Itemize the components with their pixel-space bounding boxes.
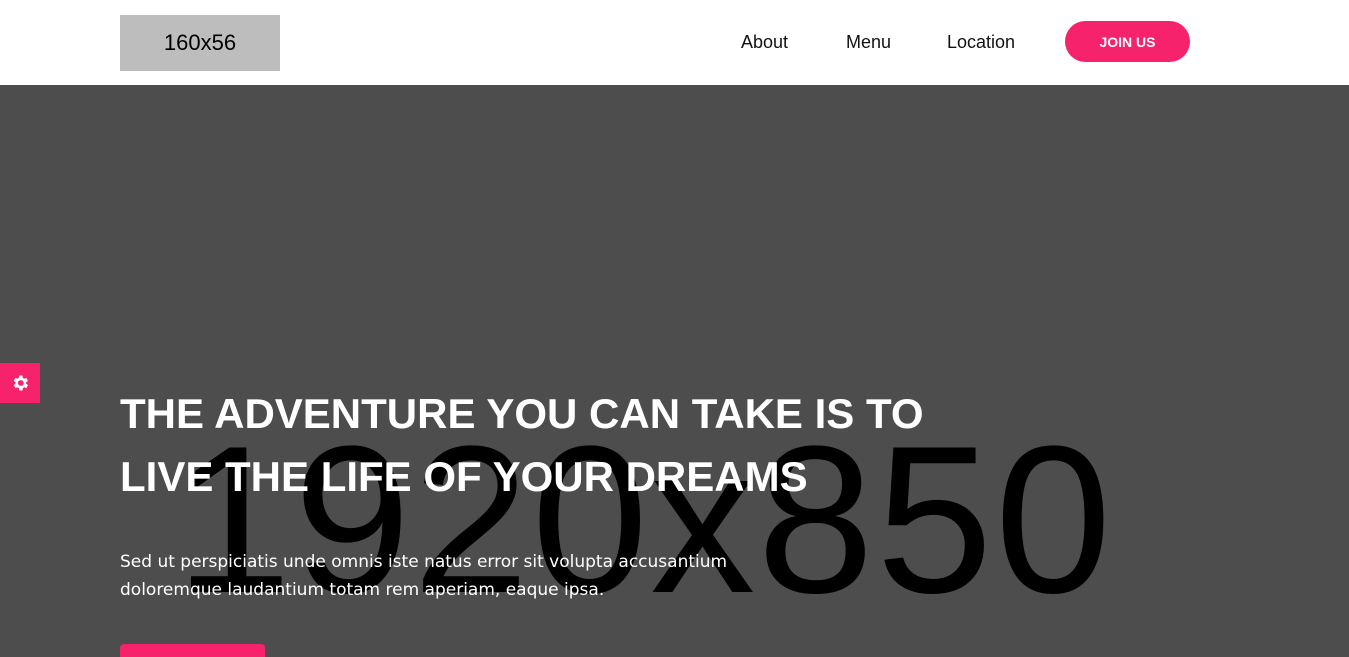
settings-toggle-button[interactable]: [0, 363, 40, 403]
nav-link-menu[interactable]: Menu: [846, 32, 891, 53]
join-us-button[interactable]: JOIN US: [1065, 21, 1190, 62]
site-header: 160x56 About Menu Location JOIN US: [0, 0, 1349, 85]
logo-text: 160x56: [163, 30, 237, 55]
nav-link-about[interactable]: About: [741, 32, 788, 53]
hero-title-line-2: LIVE THE LIFE OF YOUR DREAMS: [120, 453, 808, 500]
logo-placeholder[interactable]: 160x56: [120, 15, 280, 71]
nav-link-location[interactable]: Location: [947, 32, 1015, 53]
hero-title: THE ADVENTURE YOU CAN TAKE IS TO LIVE TH…: [120, 382, 980, 508]
hero-paragraph: Sed ut perspiciatis unde omnis iste natu…: [120, 552, 728, 600]
hero-title-line-1: THE ADVENTURE YOU CAN TAKE IS TO: [120, 390, 924, 437]
hero-section: 1920x850 THE ADVENTURE YOU CAN TAKE IS T…: [0, 85, 1349, 657]
hero-cta-button[interactable]: [120, 644, 265, 657]
gear-icon: [13, 375, 29, 391]
